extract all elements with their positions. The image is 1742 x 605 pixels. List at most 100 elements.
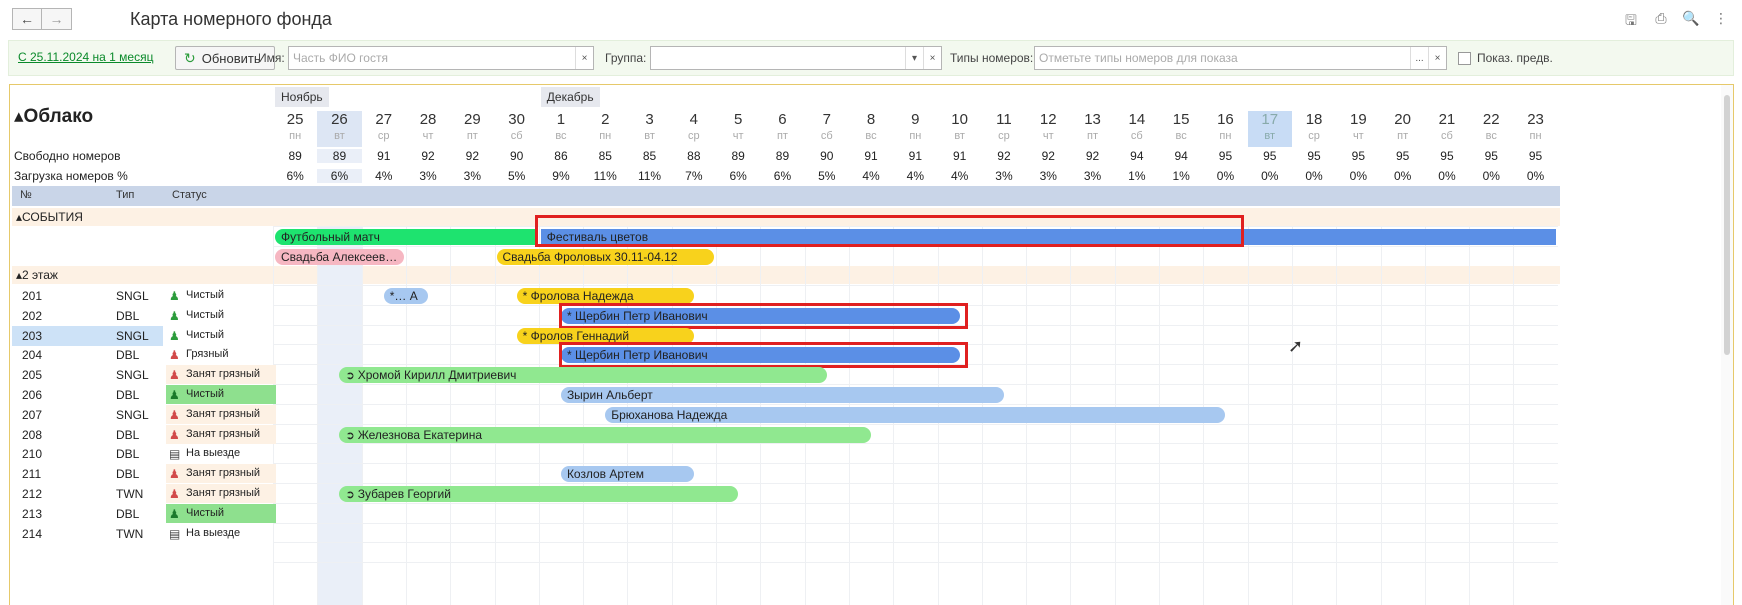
day-header[interactable]: 30 сб (495, 111, 539, 147)
day-header[interactable]: 5 чт (716, 111, 760, 147)
room-row[interactable]: 210 DBL ▤ На выезде (12, 444, 273, 464)
day-header[interactable]: 13 пт (1070, 111, 1114, 147)
day-number: 7 (822, 111, 831, 128)
booking-bar[interactable]: *… А (383, 288, 429, 304)
room-type: DBL (116, 308, 140, 323)
month-label: Ноябрь (275, 87, 329, 107)
preview-icon[interactable]: 🔍 (1682, 10, 1700, 34)
day-header[interactable]: 23 пн (1513, 111, 1557, 147)
room-row[interactable]: 201 SNGL ♟ Чистый (12, 286, 273, 306)
room-status-label: Чистый (186, 308, 225, 321)
room-row[interactable]: 204 DBL ♟ Грязный (12, 345, 273, 365)
day-header[interactable]: 28 чт (406, 111, 450, 147)
grid-column (538, 226, 583, 605)
day-header[interactable]: 22 вс (1469, 111, 1513, 147)
event-bar[interactable]: Футбольный матч (275, 229, 537, 245)
day-header[interactable]: 10 вт (938, 111, 982, 147)
day-header[interactable]: 7 сб (805, 111, 849, 147)
group-dropdown-icon[interactable]: ▾ (905, 47, 923, 69)
back-arrow-icon[interactable]: ← (12, 8, 42, 30)
day-header[interactable]: 18 ср (1292, 111, 1336, 147)
filter-toolbar: С 25.11.2024 на 1 месяц ↻ Обновить Имя: … (8, 40, 1734, 76)
col-header-type: Тип (116, 189, 135, 201)
room-row[interactable]: 202 DBL ♟ Чистый (12, 306, 273, 326)
room-row[interactable]: 211 DBL ♟ Занят грязный (12, 464, 276, 484)
room-row[interactable]: 213 DBL ♟ Чистый (12, 503, 276, 524)
day-header[interactable]: 19 чт (1336, 111, 1380, 147)
day-header[interactable]: 3 вт (627, 111, 671, 147)
name-field[interactable]: Часть ФИО гостя × (288, 46, 594, 70)
scrollbar-thumb[interactable] (1724, 95, 1730, 355)
save-icon[interactable]: 🖫 (1622, 10, 1640, 34)
guest-name: *… А (389, 289, 418, 303)
day-of-week: пн (289, 130, 302, 142)
day-header[interactable]: 4 ср (672, 111, 716, 147)
booking-bar[interactable]: Козлов Артем (560, 466, 694, 483)
room-types-select-icon[interactable]: ... (1410, 47, 1428, 69)
day-header[interactable]: 6 пт (760, 111, 804, 147)
day-header[interactable]: 26 вт (317, 111, 362, 147)
room-row[interactable]: 205 SNGL ♟ Занят грязный (12, 365, 276, 385)
booking-bar[interactable]: ➲ Железнова Екатерина (339, 426, 872, 443)
day-header[interactable]: 9 пн (893, 111, 937, 147)
maid-icon: ♟ (169, 388, 180, 402)
booking-bar[interactable]: ➲ Хромой Кирилл Дмитриевич (339, 367, 827, 384)
nav-buttons: ← → (12, 8, 72, 30)
guest-name: Зырин Альберт (566, 388, 653, 402)
day-header[interactable]: 21 сб (1425, 111, 1469, 147)
room-type: DBL (116, 467, 140, 482)
day-number: 1 (556, 111, 566, 128)
room-row[interactable]: 208 DBL ♟ Занят грязный (12, 424, 276, 445)
grid-line (273, 423, 1558, 425)
more-icon[interactable]: ⋮ (1712, 10, 1730, 34)
room-types-field[interactable]: Отметьте типы номеров для показа ... × (1034, 46, 1447, 70)
period-link[interactable]: С 25.11.2024 на 1 месяц (18, 50, 153, 64)
group-field[interactable]: ▾ × (650, 46, 942, 70)
forward-arrow-icon[interactable]: → (42, 8, 72, 30)
grid-line (273, 542, 1558, 544)
vertical-scrollbar[interactable] (1721, 85, 1733, 605)
day-header[interactable]: 14 сб (1115, 111, 1159, 147)
group-title[interactable]: ▴Облако (14, 105, 93, 128)
day-header[interactable]: 17 вт (1247, 111, 1292, 147)
clear-group-icon[interactable]: × (923, 47, 941, 69)
room-row[interactable]: 212 TWN ♟ Занят грязный (12, 484, 276, 504)
day-header[interactable]: 27 ср (362, 111, 406, 147)
room-row[interactable]: 206 DBL ♟ Чистый (12, 385, 276, 405)
room-row[interactable]: 214 TWN ▤ На выезде (12, 524, 273, 544)
day-header[interactable]: 11 ср (982, 111, 1026, 147)
room-row[interactable]: 203 SNGL ♟ Чистый (12, 326, 273, 346)
day-header[interactable]: 20 пт (1381, 111, 1425, 147)
print-icon[interactable]: ⎙ (1652, 10, 1670, 34)
event-bar[interactable]: Свадьба Фроловых 30.11-04.12 (496, 249, 714, 265)
clear-room-types-icon[interactable]: × (1428, 47, 1446, 69)
day-header[interactable]: 2 пн (583, 111, 627, 147)
day-header[interactable]: 12 чт (1026, 111, 1070, 147)
free-rooms-value: 95 (1528, 149, 1543, 163)
group-value (651, 47, 905, 69)
day-header[interactable]: 29 пт (450, 111, 494, 147)
day-of-week: пт (466, 130, 478, 142)
day-header[interactable]: 16 пн (1203, 111, 1247, 147)
day-number: 19 (1349, 111, 1367, 128)
day-of-week: пт (1397, 130, 1409, 142)
booking-bar[interactable]: Зырин Альберт (560, 387, 1004, 403)
day-header[interactable]: 1 вс (539, 111, 583, 147)
day-header[interactable]: 8 вс (849, 111, 893, 147)
day-number: 2 (601, 111, 610, 128)
clear-name-icon[interactable]: × (575, 47, 593, 69)
free-rooms-value: 95 (1218, 149, 1233, 163)
room-type: DBL (116, 348, 140, 363)
grid-column (450, 226, 494, 605)
room-row[interactable]: 207 SNGL ♟ Занят грязный (12, 404, 276, 425)
room-type: TWN (116, 526, 144, 541)
day-header[interactable]: 25 пн (273, 111, 317, 147)
booking-bar[interactable]: ➲ Зубарев Георгий (339, 486, 739, 502)
booking-bar[interactable]: * Фролова Надежда (516, 288, 694, 304)
event-bar[interactable]: Свадьба Алексеев… (275, 249, 404, 265)
day-of-week: вс (865, 130, 877, 142)
day-header[interactable]: 15 вс (1159, 111, 1203, 147)
booking-bar[interactable]: * Фролов Геннадий (516, 327, 694, 344)
booking-bar[interactable]: Брюханова Надежда (605, 406, 1226, 423)
show-preliminary-checkbox[interactable] (1458, 52, 1471, 65)
